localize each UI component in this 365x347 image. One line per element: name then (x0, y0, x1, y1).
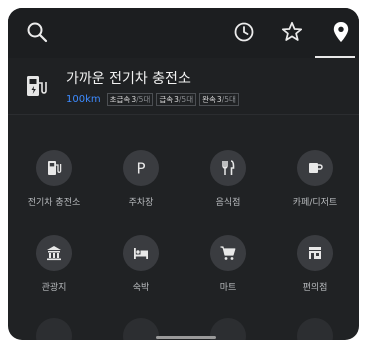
cafe-icon (306, 159, 324, 177)
charger-total: /5대 (221, 94, 236, 104)
category-mart[interactable]: 마트 (186, 235, 270, 293)
partial-category-circle (297, 318, 333, 340)
star-icon[interactable] (280, 20, 304, 44)
category-grid: 전기차 충전소 P 주차장 음식점 카페/디저트 관광지 숙박 마트 편의점 (8, 114, 359, 340)
charger-type: 초급속 (109, 94, 131, 104)
category-label: 관광지 (41, 283, 67, 293)
category-label: 음식점 (215, 198, 241, 208)
category-icon-circle (297, 150, 333, 186)
ev-charger-icon (25, 74, 47, 98)
bed-icon (132, 244, 150, 262)
scroll-indicator[interactable] (156, 336, 216, 339)
category-cafe[interactable]: 카페/디저트 (273, 150, 357, 208)
charger-type: 급속 (159, 94, 174, 104)
category-label: 카페/디저트 (292, 198, 338, 208)
location-icon[interactable] (329, 20, 353, 44)
partial-category-circle (123, 318, 159, 340)
category-label: 주차장 (128, 198, 154, 208)
charger-type: 완속 (202, 94, 216, 104)
cart-icon (219, 244, 237, 262)
station-title: 가까운 전기차 충전소 (66, 71, 191, 87)
landmark-icon (45, 244, 63, 262)
app-frame: 가까운 전기차 충전소 100km 초급속 3 /5대 급속 3 /5대 완속 … (8, 8, 359, 340)
category-icon-circle (36, 235, 72, 271)
station-info: 100km 초급속 3 /5대 급속 3 /5대 완속 3 /5대 (66, 92, 242, 106)
category-icon-circle (36, 150, 72, 186)
category-icon-circle (123, 235, 159, 271)
nearest-station-card[interactable]: 가까운 전기차 충전소 100km 초급속 3 /5대 급속 3 /5대 완속 … (8, 58, 359, 115)
svg-text:P: P (136, 160, 145, 178)
category-icon-circle (210, 150, 246, 186)
parking-icon: P (132, 159, 150, 178)
category-parking[interactable]: P 주차장 (99, 150, 183, 208)
category-convenience-store[interactable]: 편의점 (273, 235, 357, 293)
category-icon-circle (210, 235, 246, 271)
search-icon[interactable] (25, 20, 49, 44)
category-label: 숙박 (132, 283, 150, 293)
category-label: 편의점 (302, 283, 328, 293)
category-restaurant[interactable]: 음식점 (186, 150, 270, 208)
restaurant-icon (219, 159, 237, 177)
category-ev-charger[interactable]: 전기차 충전소 (12, 150, 96, 208)
top-bar (8, 8, 359, 58)
category-lodging[interactable]: 숙박 (99, 235, 183, 293)
category-landmark[interactable]: 관광지 (12, 235, 96, 293)
charger-total: /5대 (178, 94, 194, 104)
category-icon-circle: P (123, 150, 159, 186)
category-label: 마트 (219, 283, 237, 293)
store-icon (306, 244, 324, 262)
history-icon[interactable] (232, 20, 256, 44)
charger-tag-slow: 완속 3 /5대 (199, 92, 239, 106)
station-distance: 100km (66, 93, 101, 105)
charger-tag-fast: 급속 3 /5대 (156, 92, 197, 106)
category-icon-circle (297, 235, 333, 271)
ev-charger-icon (45, 159, 63, 177)
charger-tag-ultra-fast: 초급속 3 /5대 (106, 92, 154, 106)
category-label: 전기차 충전소 (27, 198, 81, 208)
partial-category-circle (36, 318, 72, 340)
charger-total: /5대 (136, 94, 151, 104)
